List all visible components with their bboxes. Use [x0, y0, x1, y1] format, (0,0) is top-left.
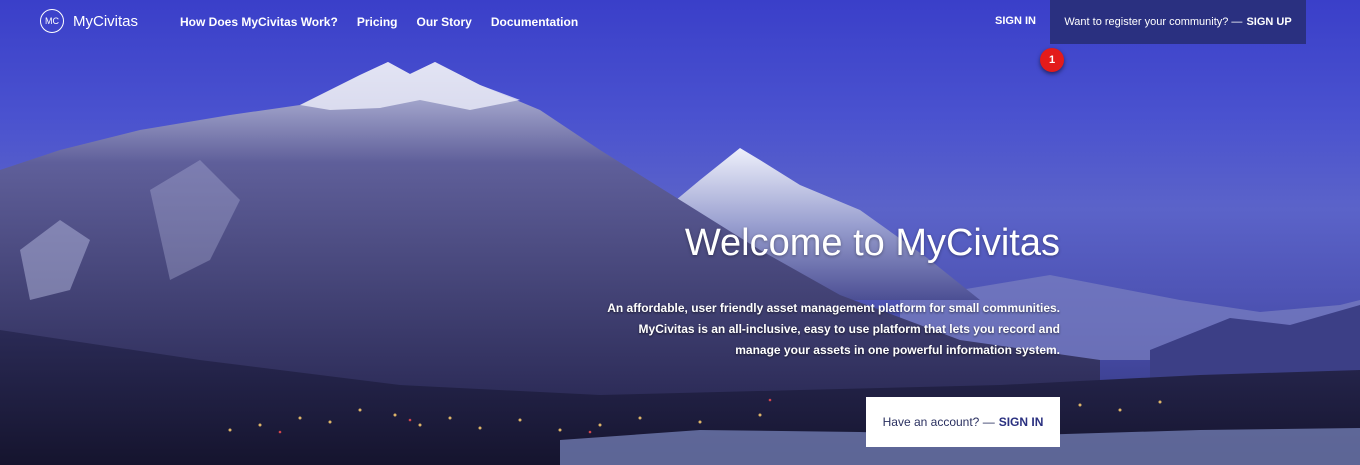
nav-link-our-story[interactable]: Our Story: [417, 15, 472, 29]
brand-name: MyCivitas: [73, 12, 139, 30]
nav-link-how-it-works[interactable]: How Does MyCivitas Work?: [180, 15, 338, 29]
hero-description-line: manage your assets in one powerful infor…: [735, 343, 1060, 357]
nav-link-documentation[interactable]: Documentation: [491, 15, 578, 29]
sign-up-label: SIGN UP: [1246, 16, 1292, 28]
register-prompt: Want to register your community? —: [1064, 16, 1243, 28]
account-prompt: Have an account? —: [882, 415, 995, 429]
nav-sign-in-link[interactable]: SIGN IN: [995, 15, 1036, 27]
main-nav: How Does MyCivitas Work? Pricing Our Sto…: [180, 15, 597, 29]
mountain-background-image: [0, 62, 1360, 465]
account-sign-in-label: SIGN IN: [998, 415, 1044, 429]
hero-description-line: An affordable, user friendly asset manag…: [607, 301, 1060, 315]
hero-description-line: MyCivitas is an all-inclusive, easy to u…: [638, 322, 1060, 336]
nav-link-pricing[interactable]: Pricing: [357, 15, 398, 29]
hero-title: Welcome to MyCivitas: [684, 222, 1060, 264]
annotation-badge: 1: [1040, 48, 1064, 72]
logo-mark: MC: [40, 9, 64, 33]
hero-description: An affordable, user friendly asset manag…: [590, 298, 1060, 361]
brand-logo[interactable]: MC MyCivitas: [40, 9, 138, 33]
hero-section: MC MyCivitas How Does MyCivitas Work? Pr…: [0, 0, 1360, 465]
register-community-button[interactable]: Want to register your community? — SIGN …: [1050, 0, 1306, 44]
have-account-sign-in-button[interactable]: Have an account? — SIGN IN: [866, 397, 1060, 447]
